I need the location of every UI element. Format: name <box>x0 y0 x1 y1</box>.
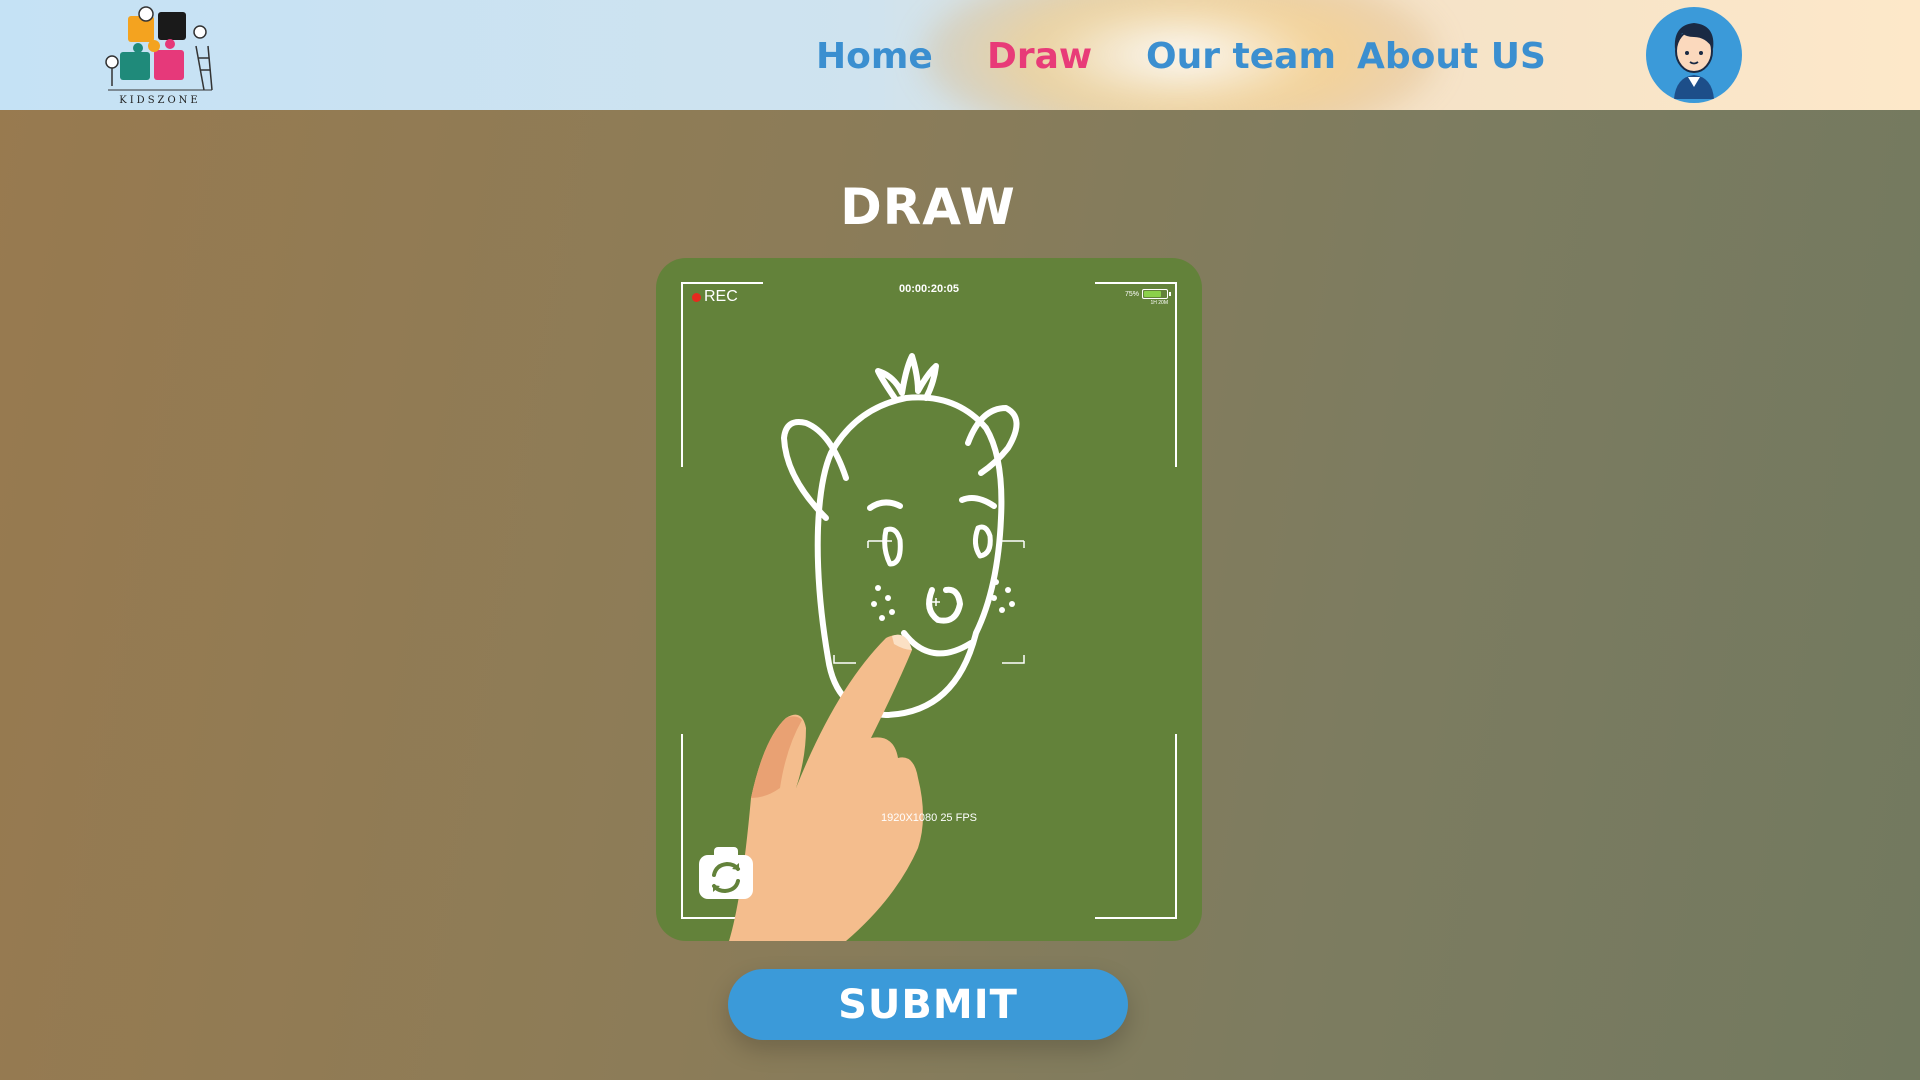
nav-link-home[interactable]: Home <box>816 36 933 77</box>
logo-text: KIDSZONE <box>119 95 201 106</box>
resolution-label: 1920X1080 25 FPS <box>880 812 978 824</box>
page-title: DRAW <box>840 178 1016 236</box>
switch-camera-button[interactable] <box>696 841 756 901</box>
user-avatar[interactable] <box>1646 7 1742 103</box>
nav-link-our-team[interactable]: Our team <box>1146 36 1336 77</box>
drawing-canvas[interactable]: REC 00:00:20:05 75% 1H 20M 1920X1080 25 … <box>656 258 1202 941</box>
navbar: KIDSZONE Home Draw Our team About US <box>0 0 1920 110</box>
submit-button[interactable]: SUBMIT <box>728 969 1128 1040</box>
puzzle-kids-logo-icon <box>105 6 213 91</box>
user-avatar-icon <box>1674 23 1714 99</box>
camera-switch-icon <box>699 847 753 899</box>
nav-link-about-us[interactable]: About US <box>1357 36 1546 77</box>
nav-link-draw[interactable]: Draw <box>987 36 1092 77</box>
face-drawing-icon <box>729 353 1025 941</box>
kidszone-logo[interactable]: KIDSZONE <box>100 6 220 106</box>
